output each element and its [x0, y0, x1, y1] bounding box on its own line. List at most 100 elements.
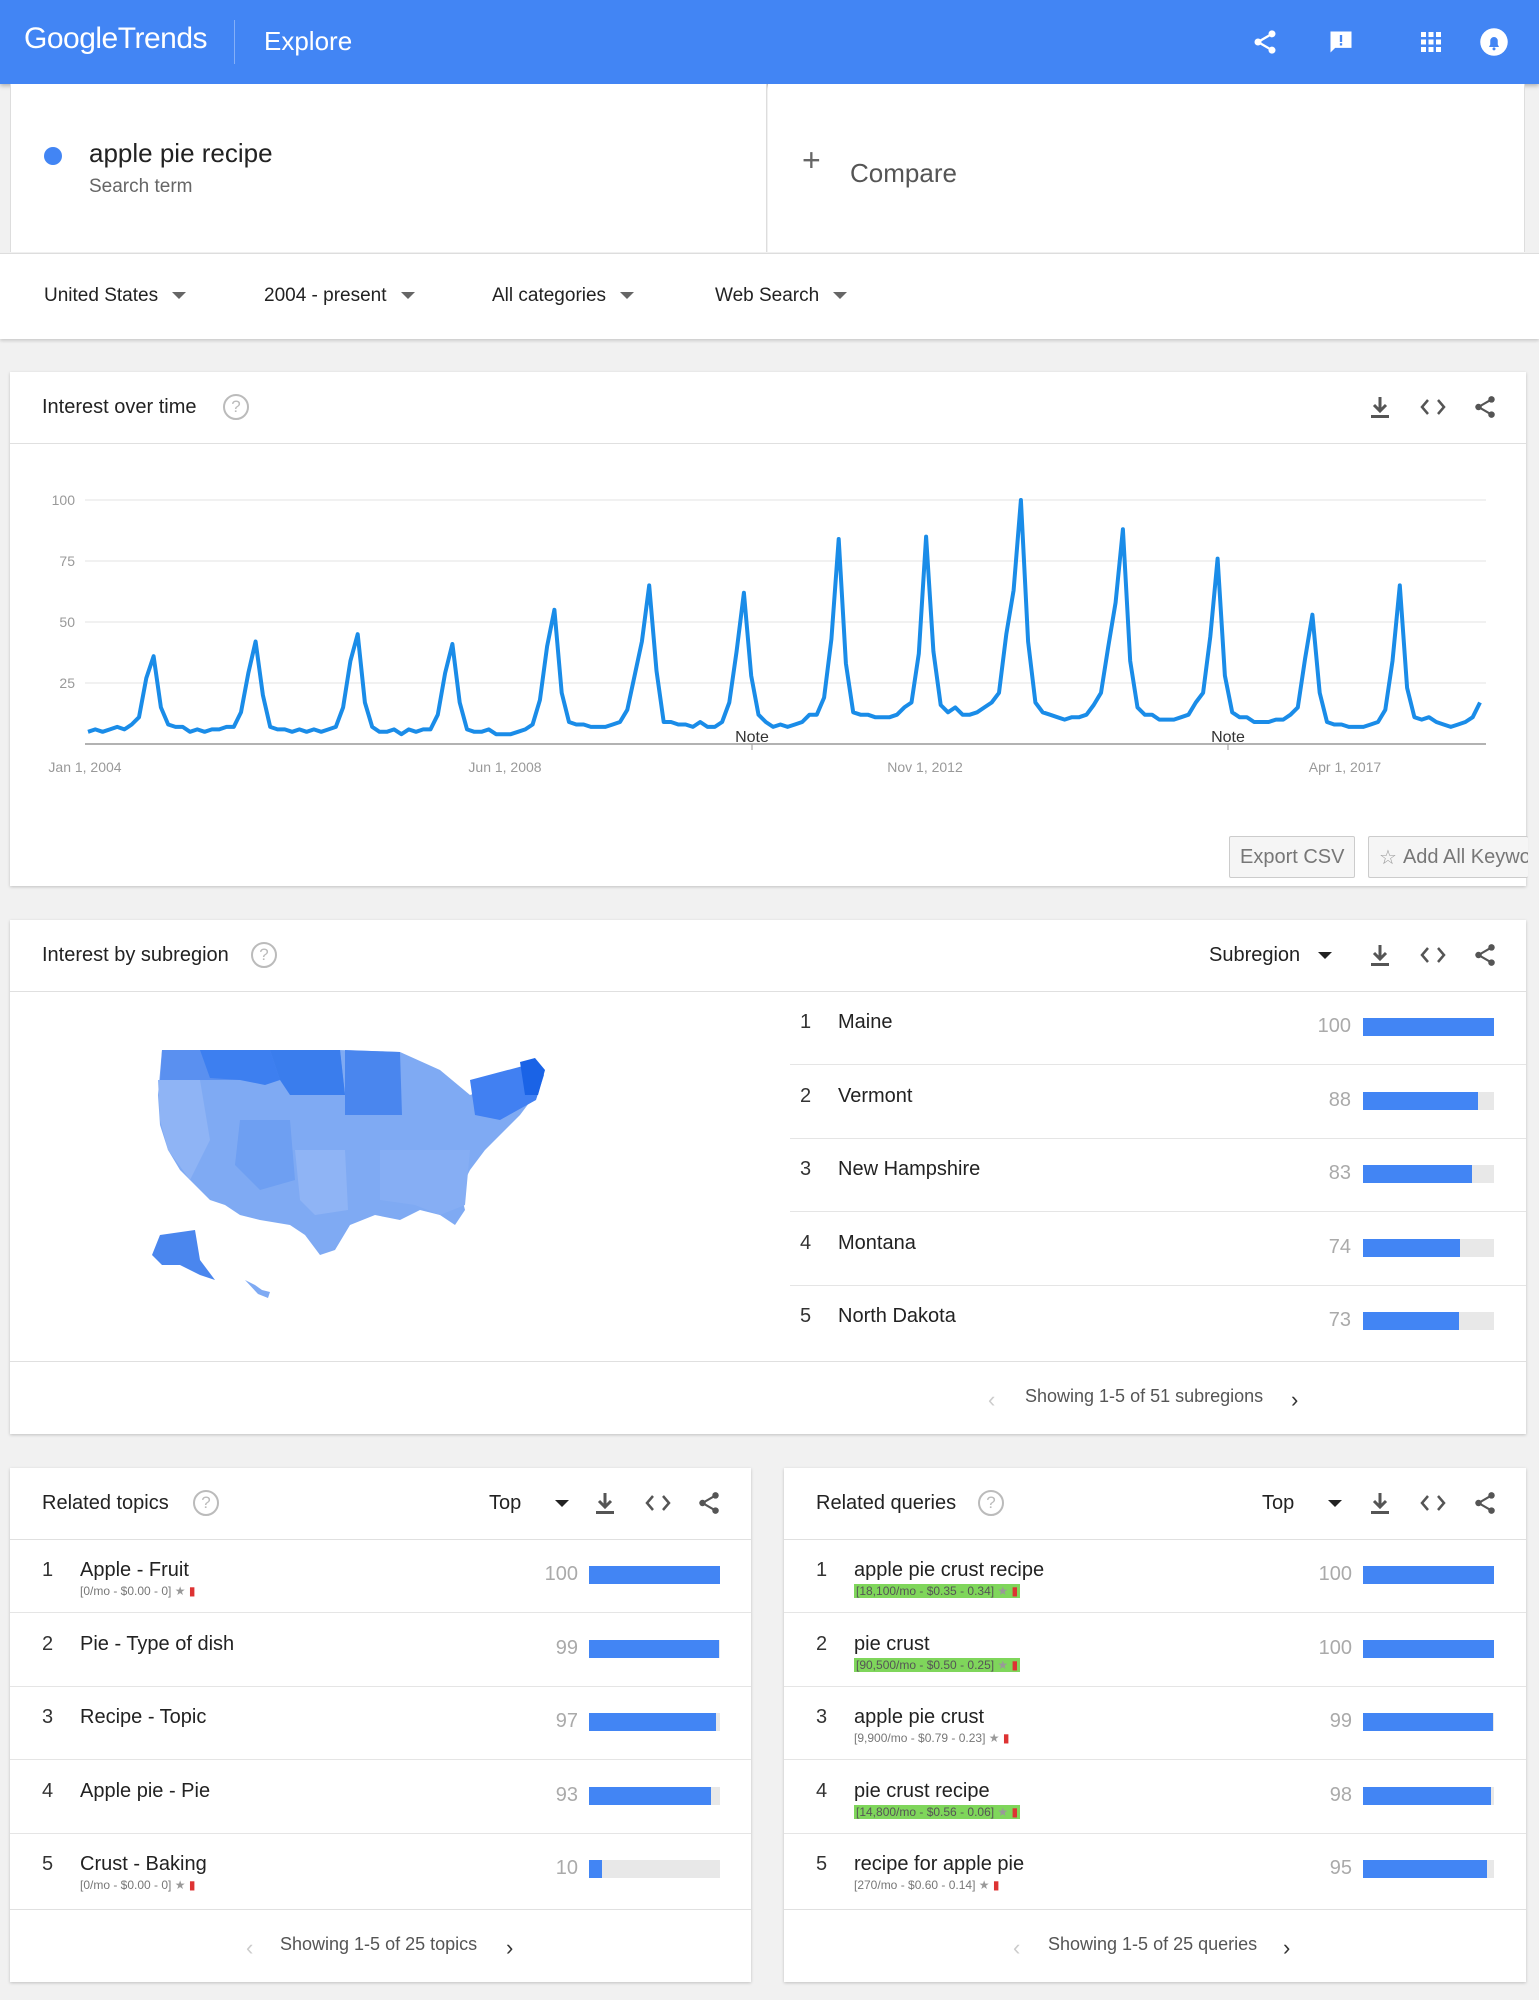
location-filter[interactable]: United States: [44, 285, 187, 307]
row-label[interactable]: Maine: [838, 1011, 892, 1034]
download-icon[interactable]: [1365, 1488, 1395, 1518]
category-filter[interactable]: All categories: [492, 285, 635, 307]
row-label[interactable]: Pie - Type of dish: [80, 1633, 234, 1656]
row-keyword-stats: [0/mo - $0.00 - 0] ★ ▮: [80, 1878, 195, 1892]
note-label[interactable]: Note: [1211, 729, 1245, 746]
topic-row[interactable]: 4 Apple pie - Pie 93: [10, 1761, 751, 1834]
help-icon[interactable]: ?: [978, 1490, 1004, 1516]
share-icon[interactable]: [1470, 940, 1500, 970]
row-label[interactable]: North Dakota: [838, 1305, 956, 1328]
export-csv-button[interactable]: Export CSV: [1229, 836, 1356, 878]
search-type-filter[interactable]: Web Search: [715, 285, 848, 307]
row-label[interactable]: Montana: [838, 1232, 916, 1255]
help-icon[interactable]: ?: [251, 942, 277, 968]
database-icon[interactable]: ▮: [1008, 1805, 1019, 1819]
star-icon[interactable]: ★: [994, 1805, 1008, 1819]
topics-sort-select[interactable]: Top: [489, 1492, 570, 1515]
topic-row[interactable]: 1 Apple - Fruit [0/mo - $0.00 - 0] ★ ▮ 100: [10, 1540, 751, 1613]
subregion-row[interactable]: 1 Maine 100: [10, 992, 1526, 1065]
row-value: 99: [1329, 1710, 1352, 1733]
download-icon[interactable]: [1365, 392, 1395, 422]
subregion-row[interactable]: 5 North Dakota 73: [10, 1286, 1526, 1359]
chevron-right-icon[interactable]: ›: [1283, 1935, 1290, 1961]
apps-icon[interactable]: [1411, 22, 1451, 62]
chevron-right-icon[interactable]: ›: [1291, 1387, 1298, 1413]
row-label[interactable]: Vermont: [838, 1085, 912, 1108]
row-label[interactable]: Recipe - Topic: [80, 1706, 206, 1729]
chevron-right-icon[interactable]: ›: [506, 1935, 513, 1961]
queries-sort-select[interactable]: Top: [1262, 1492, 1343, 1515]
feedback-icon[interactable]: [1321, 22, 1361, 62]
time-filter[interactable]: 2004 - present: [264, 285, 415, 307]
row-label[interactable]: Apple - Fruit: [80, 1559, 189, 1582]
search-term-panel[interactable]: apple pie recipe Search term: [10, 84, 767, 252]
row-label[interactable]: pie crust: [854, 1633, 930, 1656]
search-term[interactable]: apple pie recipe: [89, 138, 273, 169]
compare-label[interactable]: Compare: [850, 158, 957, 189]
row-label[interactable]: Apple pie - Pie: [80, 1780, 210, 1803]
row-keyword-stats-text: [18,100/mo - $0.35 - 0.34]: [856, 1584, 995, 1598]
series-line[interactable]: [87, 498, 1482, 737]
subregion-select[interactable]: Subregion: [1209, 944, 1333, 967]
chevron-left-icon[interactable]: ‹: [1013, 1935, 1020, 1961]
compare-panel[interactable]: + Compare: [768, 84, 1525, 252]
add-all-keywords-button[interactable]: ☆ Add All Keywo: [1368, 836, 1528, 878]
query-row[interactable]: 3 apple pie crust [9,900/mo - $0.79 - 0.23…: [784, 1687, 1526, 1761]
embed-icon[interactable]: [1418, 392, 1448, 422]
database-icon[interactable]: ▮: [1008, 1658, 1019, 1672]
row-bar-fill: [1363, 1091, 1479, 1110]
notifications-icon[interactable]: [1474, 22, 1514, 62]
embed-icon[interactable]: [1418, 940, 1448, 970]
star-icon[interactable]: ★: [171, 1878, 186, 1892]
row-bar-fill: [589, 1639, 719, 1658]
topic-row[interactable]: 2 Pie - Type of dish 99: [10, 1614, 751, 1687]
download-icon[interactable]: [590, 1488, 620, 1518]
chevron-left-icon[interactable]: ‹: [246, 1935, 253, 1961]
row-bar-fill: [1363, 1566, 1494, 1584]
database-icon[interactable]: ▮: [1000, 1731, 1010, 1745]
google-trends-logo[interactable]: GoogleTrends: [24, 22, 208, 56]
help-icon[interactable]: ?: [223, 394, 249, 420]
star-icon[interactable]: ★: [171, 1584, 186, 1598]
help-icon[interactable]: ?: [193, 1490, 219, 1516]
database-icon[interactable]: ▮: [185, 1584, 196, 1598]
share-icon[interactable]: [1470, 1488, 1500, 1518]
star-icon[interactable]: ★: [975, 1878, 990, 1892]
embed-icon[interactable]: [643, 1488, 673, 1518]
related-topics-card: Related topics ? Top 1 Apple - Fruit [0/mo…: [10, 1468, 751, 1982]
subregion-row[interactable]: 3 New Hampshire 83: [10, 1139, 1526, 1213]
star-icon[interactable]: ★: [994, 1658, 1008, 1672]
query-row[interactable]: 4 pie crust recipe [14,800/mo - $0.56 - 0.…: [784, 1761, 1526, 1834]
topic-row[interactable]: 5 Crust - Baking [0/mo - $0.00 - 0] ★ ▮ 10: [10, 1834, 751, 1907]
row-value: 100: [1318, 1636, 1352, 1659]
query-row[interactable]: 2 pie crust [90,500/mo - $0.50 - 0.25] ★ ▮…: [784, 1614, 1526, 1687]
row-label[interactable]: New Hampshire: [838, 1158, 980, 1181]
row-rank: 1: [42, 1559, 54, 1581]
share-icon[interactable]: [1245, 22, 1285, 62]
row-label[interactable]: apple pie crust: [854, 1706, 984, 1729]
note-label[interactable]: Note: [735, 729, 769, 746]
row-label[interactable]: recipe for apple pie: [854, 1853, 1024, 1876]
row-label[interactable]: pie crust recipe: [854, 1780, 990, 1803]
query-row[interactable]: 5 recipe for apple pie [270/mo - $0.60 - 0…: [784, 1834, 1526, 1907]
share-icon[interactable]: [1470, 392, 1500, 422]
row-keyword-stats-text: [270/mo - $0.60 - 0.14]: [854, 1878, 976, 1893]
row-label[interactable]: apple pie crust recipe: [854, 1559, 1044, 1582]
database-icon[interactable]: ▮: [990, 1878, 1000, 1892]
row-label[interactable]: Crust - Baking: [80, 1853, 207, 1876]
database-icon[interactable]: ▮: [1008, 1584, 1019, 1598]
interest-over-time-chart[interactable]: 100 75 50 25 Jan 1, 2004 Jun 1, 2008 Nov 1, 20…: [10, 444, 1526, 814]
topic-row[interactable]: 3 Recipe - Topic 97: [10, 1687, 751, 1761]
share-icon[interactable]: [694, 1488, 724, 1518]
database-icon[interactable]: ▮: [185, 1878, 196, 1892]
page-title: Explore: [264, 26, 353, 56]
subregion-row[interactable]: 4 Montana 74: [10, 1213, 1526, 1286]
chevron-left-icon[interactable]: ‹: [988, 1387, 995, 1413]
chevron-down-icon: [833, 292, 848, 300]
star-icon[interactable]: ★: [985, 1731, 1000, 1745]
star-icon[interactable]: ★: [994, 1584, 1008, 1598]
subregion-row[interactable]: 2 Vermont 88: [10, 1066, 1526, 1139]
download-icon[interactable]: [1365, 940, 1395, 970]
query-row[interactable]: 1 apple pie crust recipe [18,100/mo - $0.3…: [784, 1540, 1526, 1613]
embed-icon[interactable]: [1418, 1488, 1448, 1518]
